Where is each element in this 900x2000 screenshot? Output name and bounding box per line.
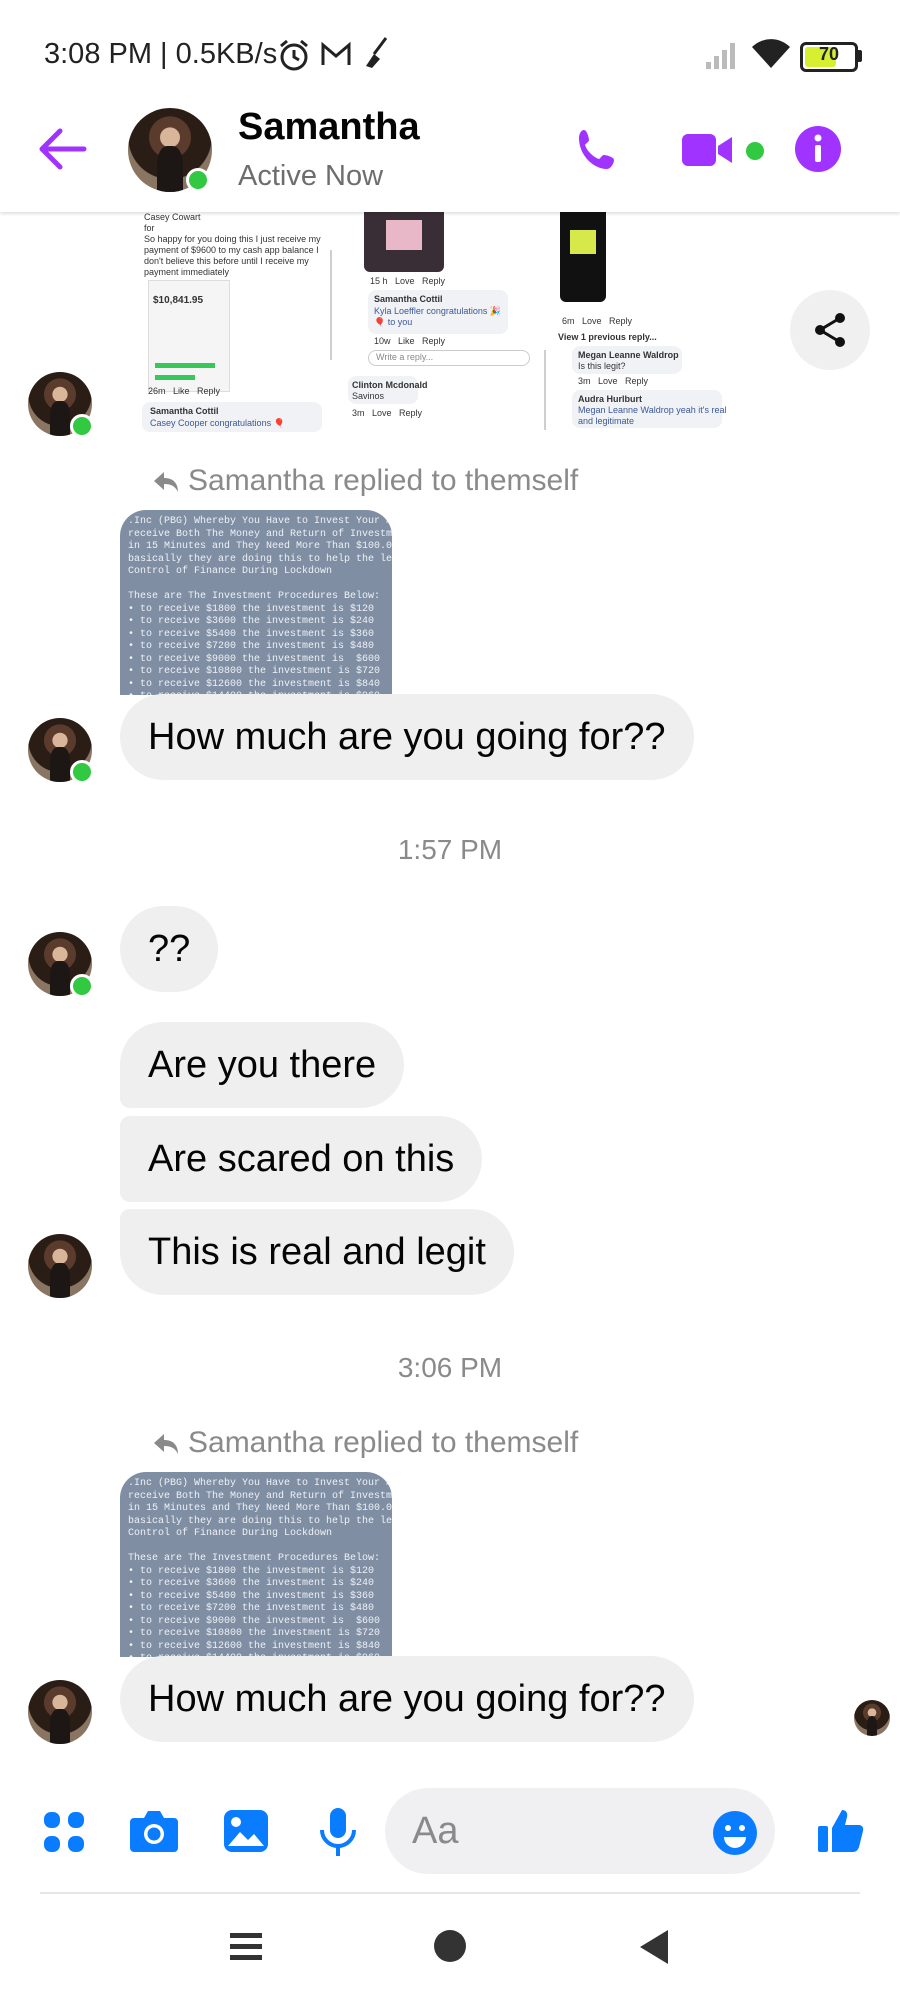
gallery-icon[interactable] xyxy=(222,1808,270,1854)
gmail-icon xyxy=(321,41,351,65)
post-comment-text: Kyla Loeffler congratulations 🎉 🎈 to you xyxy=(374,306,502,327)
post-column-3: 6m Love Reply View 1 previous reply... M… xyxy=(552,210,752,435)
investment-image-text: .Inc (PBG) Whereby You Have to Invest Yo… xyxy=(128,516,392,695)
view-previous-replies: View 1 previous reply... xyxy=(558,332,657,342)
reply-icon xyxy=(154,1434,178,1454)
post-comment-meta: 3m Love Reply xyxy=(352,408,423,418)
message-bubble[interactable]: How much are you going for?? xyxy=(120,694,694,780)
info-icon[interactable] xyxy=(794,125,842,173)
system-navigation-bar xyxy=(0,1900,900,2000)
online-indicator xyxy=(70,974,94,998)
cash-amount: $10,841.95 xyxy=(153,295,204,306)
phone-icon[interactable] xyxy=(574,126,622,174)
signal-icon xyxy=(706,43,735,69)
message-bubble[interactable]: How much are you going for?? xyxy=(120,1656,694,1742)
post-comment-name: Megan Leanne Waldrop xyxy=(578,350,679,360)
sender-avatar[interactable] xyxy=(28,1680,92,1744)
post-meta-top: 6m Love Reply xyxy=(562,316,633,326)
video-active-dot xyxy=(746,142,764,160)
microphone-icon[interactable] xyxy=(318,1806,358,1858)
reply-note: Samantha replied to themself xyxy=(188,1426,579,1459)
message-input-placeholder: Aa xyxy=(412,1810,459,1852)
post-comment-name: Audra Hurlburt xyxy=(578,394,642,404)
post-comment-text: Megan Leanne Waldrop yeah it's real and … xyxy=(578,405,727,426)
phone-screenshot xyxy=(364,210,444,272)
alarm-icon xyxy=(280,39,308,71)
post-reply-text: Casey Cooper congratulations 🎈 xyxy=(150,418,285,428)
online-indicator xyxy=(70,414,94,438)
status-time: 3:08 PM | 0.5KB/s xyxy=(44,38,278,70)
status-bar: 3:08 PM | 0.5KB/s 70 xyxy=(0,0,900,110)
message-bubble[interactable]: Are scared on this xyxy=(120,1116,483,1202)
composer-divider xyxy=(40,1892,860,1894)
contact-status: Active Now xyxy=(238,160,384,192)
shared-post-image[interactable]: Casey Cowart for So happy for you doing … xyxy=(128,210,758,435)
message-bubble[interactable]: Are you there xyxy=(120,1022,405,1108)
recent-apps-icon[interactable] xyxy=(228,1930,264,1964)
timestamp: 3:06 PM xyxy=(397,1352,503,1383)
post-comment-text: Casey Cowart for So happy for you doing … xyxy=(144,212,321,277)
post-comment-meta: 10w Like Reply xyxy=(374,336,446,346)
home-icon[interactable] xyxy=(432,1928,468,1964)
like-icon[interactable] xyxy=(816,1806,866,1856)
reply-note: Samantha replied to themself xyxy=(188,464,579,497)
post-comment-name: Clinton Mcdonald xyxy=(352,380,428,390)
message-bubble[interactable]: ?? xyxy=(120,906,219,992)
cash-app-screenshot: $10,841.95 xyxy=(148,280,230,392)
post-comment-meta: 3m Love Reply xyxy=(578,376,649,386)
share-button[interactable] xyxy=(790,290,870,370)
camera-icon[interactable] xyxy=(128,1808,180,1854)
post-column-1: Casey Cowart for So happy for you doing … xyxy=(128,210,328,435)
investment-image-text: .Inc (PBG) Whereby You Have to Invest Yo… xyxy=(128,1478,392,1657)
video-icon[interactable] xyxy=(680,130,736,170)
reply-icon xyxy=(154,472,178,492)
post-comment-meta: 26m Like Reply xyxy=(148,386,221,396)
menu-dots-icon[interactable] xyxy=(42,1810,86,1854)
replied-image-attachment[interactable]: .Inc (PBG) Whereby You Have to Invest Yo… xyxy=(120,1472,392,1657)
emoji-icon[interactable] xyxy=(712,1810,758,1856)
post-comment-name: Samantha Cottil xyxy=(374,294,443,304)
battery-level: 70 xyxy=(818,44,840,64)
back-arrow-icon[interactable] xyxy=(38,126,88,172)
contact-name[interactable]: Samantha xyxy=(238,106,420,149)
battery-tip xyxy=(857,50,862,62)
post-comment-text: Savinos xyxy=(352,391,385,401)
post-reply-name: Samantha Cottil xyxy=(150,406,219,416)
online-indicator xyxy=(186,168,210,192)
read-receipt-avatar xyxy=(854,1700,890,1736)
post-column-2: 15 h Love Reply Samantha Cottil Kyla Loe… xyxy=(338,210,538,435)
phone-screenshot xyxy=(560,210,606,302)
share-icon xyxy=(815,313,845,347)
broom-icon xyxy=(366,37,388,68)
sender-avatar[interactable] xyxy=(28,1234,92,1298)
post-comment-text: Is this legit? xyxy=(578,361,626,371)
timestamp: 1:57 PM xyxy=(397,834,503,865)
write-reply-placeholder: Write a reply... xyxy=(376,352,434,362)
online-indicator xyxy=(70,760,94,784)
back-icon[interactable] xyxy=(638,1928,670,1966)
battery-icon: 70 xyxy=(800,42,858,72)
wifi-icon xyxy=(752,39,790,68)
message-bubble[interactable]: This is real and legit xyxy=(120,1209,514,1295)
replied-image-attachment[interactable]: .Inc (PBG) Whereby You Have to Invest Yo… xyxy=(120,510,392,695)
post-meta-top: 15 h Love Reply xyxy=(370,276,446,286)
